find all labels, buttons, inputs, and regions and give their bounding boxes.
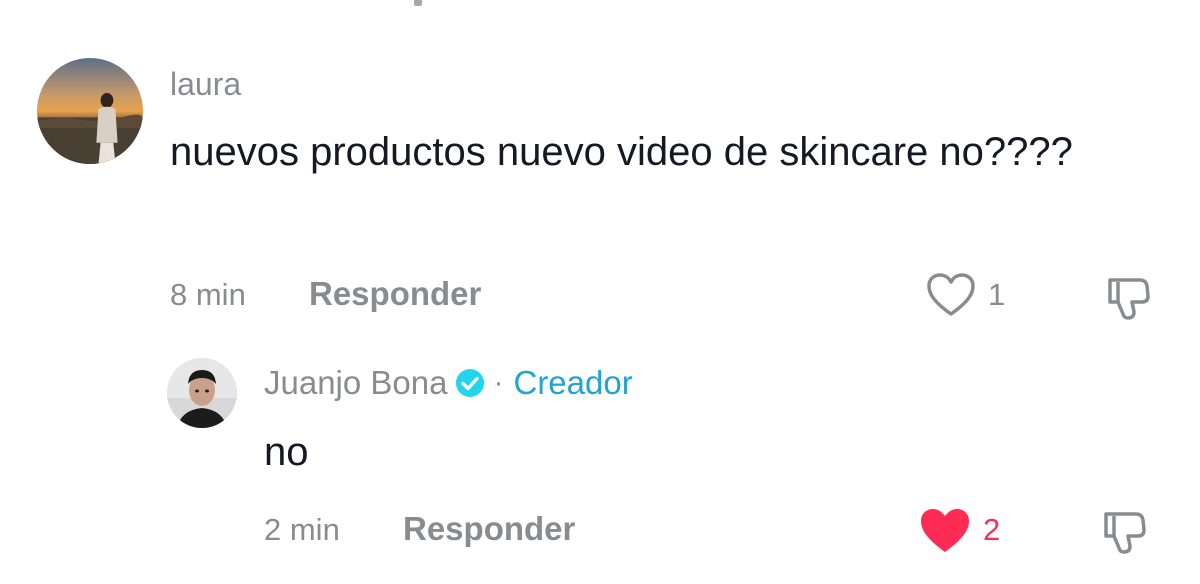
reply-text: no — [264, 430, 309, 474]
thumbs-down-icon — [1104, 512, 1146, 554]
comment-timestamp: 8 min — [170, 277, 246, 312]
heart-outline-icon — [927, 273, 975, 316]
like-button[interactable] — [926, 272, 976, 318]
thumbs-down-icon — [1108, 278, 1150, 320]
reply-timestamp: 2 min — [264, 512, 340, 547]
comments-thread: laura nuevos productos nuevo video de sk… — [0, 0, 1200, 584]
commenter-username[interactable]: laura — [170, 66, 241, 102]
reply-dislike-button[interactable] — [1096, 504, 1152, 560]
heart-filled-icon — [921, 509, 969, 552]
creator-name-row: Juanjo Bona · Creador — [264, 364, 633, 402]
commenter-avatar[interactable] — [37, 58, 143, 164]
avatar-sunset-image — [37, 58, 143, 164]
like-count: 1 — [988, 277, 1006, 312]
reply-like-button[interactable] — [918, 506, 972, 556]
reply-button[interactable]: Responder — [309, 276, 481, 312]
separator-dot: · — [493, 366, 504, 399]
dislike-button[interactable] — [1100, 270, 1156, 326]
verified-badge-icon — [455, 368, 485, 398]
creator-username[interactable]: Juanjo Bona — [264, 364, 447, 402]
creator-badge: Creador — [513, 364, 633, 401]
previous-item-edge — [414, 0, 422, 6]
creator-avatar[interactable] — [167, 358, 237, 428]
reply-to-reply-button[interactable]: Responder — [403, 511, 575, 547]
comment-text: nuevos productos nuevo video de skincare… — [170, 130, 1073, 174]
avatar-portrait-image — [167, 358, 237, 428]
reply-like-count: 2 — [983, 512, 1001, 547]
